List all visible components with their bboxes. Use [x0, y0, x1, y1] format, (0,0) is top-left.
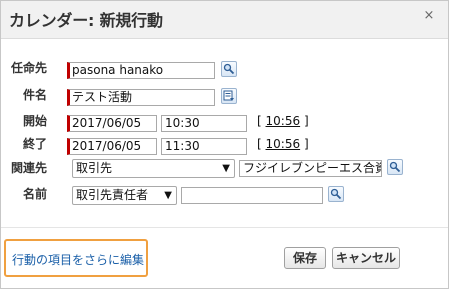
start-label: 開始 [22, 114, 47, 128]
end-now-link-group: [ 10:56 ] [257, 137, 309, 151]
more-link-highlight: 行動の項目をさらに編集 [4, 239, 148, 277]
name-label: 名前 [22, 187, 47, 201]
name-type-selected: 取引先責任者 [76, 188, 149, 202]
lookup-icon[interactable] [221, 61, 237, 77]
bracket-open: [ [257, 114, 262, 128]
bracket-close: ] [303, 137, 309, 151]
bracket-close: ] [303, 114, 309, 128]
lookup-icon[interactable] [328, 186, 344, 202]
related-input[interactable]: フジイレブンピーエス合資会 [239, 160, 382, 177]
cancel-button[interactable]: キャンセル [332, 247, 400, 269]
edit-more-fields-link[interactable]: 行動の項目をさらに編集 [12, 251, 144, 268]
dropdown-arrow-icon: ▼ [164, 190, 172, 201]
save-button[interactable]: 保存 [284, 247, 326, 269]
assigned-input[interactable]: pasona hanako [67, 62, 215, 79]
combo-list-icon[interactable] [221, 88, 237, 104]
assigned-label: 任命先 [10, 61, 47, 75]
related-type-selected: 取引先 [76, 161, 113, 175]
subject-label: 件名 [22, 88, 47, 102]
start-time-input[interactable]: 10:30 [161, 115, 247, 132]
dialog-titlebar: カレンダー: 新規行動 × [1, 1, 448, 39]
related-type-select[interactable]: 取引先 ▼ [72, 159, 235, 178]
footer-divider [1, 227, 448, 228]
start-now-link-group: [ 10:56 ] [257, 114, 309, 128]
end-date-input[interactable]: 2017/06/05 [67, 138, 157, 155]
new-event-dialog: カレンダー: 新規行動 × 任命先 pasona hanako 件名 テスト活動… [0, 0, 449, 289]
start-date-input[interactable]: 2017/06/05 [67, 115, 157, 132]
subject-input[interactable]: テスト活動 [67, 89, 215, 106]
end-label: 終了 [22, 137, 47, 151]
dropdown-arrow-icon: ▼ [222, 163, 230, 174]
end-time-input[interactable]: 11:30 [161, 138, 247, 155]
name-input[interactable] [181, 187, 323, 204]
start-now-link[interactable]: 10:56 [266, 114, 301, 128]
lookup-icon[interactable] [387, 159, 403, 175]
name-type-select[interactable]: 取引先責任者 ▼ [72, 186, 177, 205]
close-icon[interactable]: × [422, 9, 436, 23]
end-now-link[interactable]: 10:56 [266, 137, 301, 151]
bracket-open: [ [257, 137, 262, 151]
related-label: 関連先 [10, 161, 47, 175]
dialog-title: カレンダー: 新規行動 [9, 11, 163, 30]
